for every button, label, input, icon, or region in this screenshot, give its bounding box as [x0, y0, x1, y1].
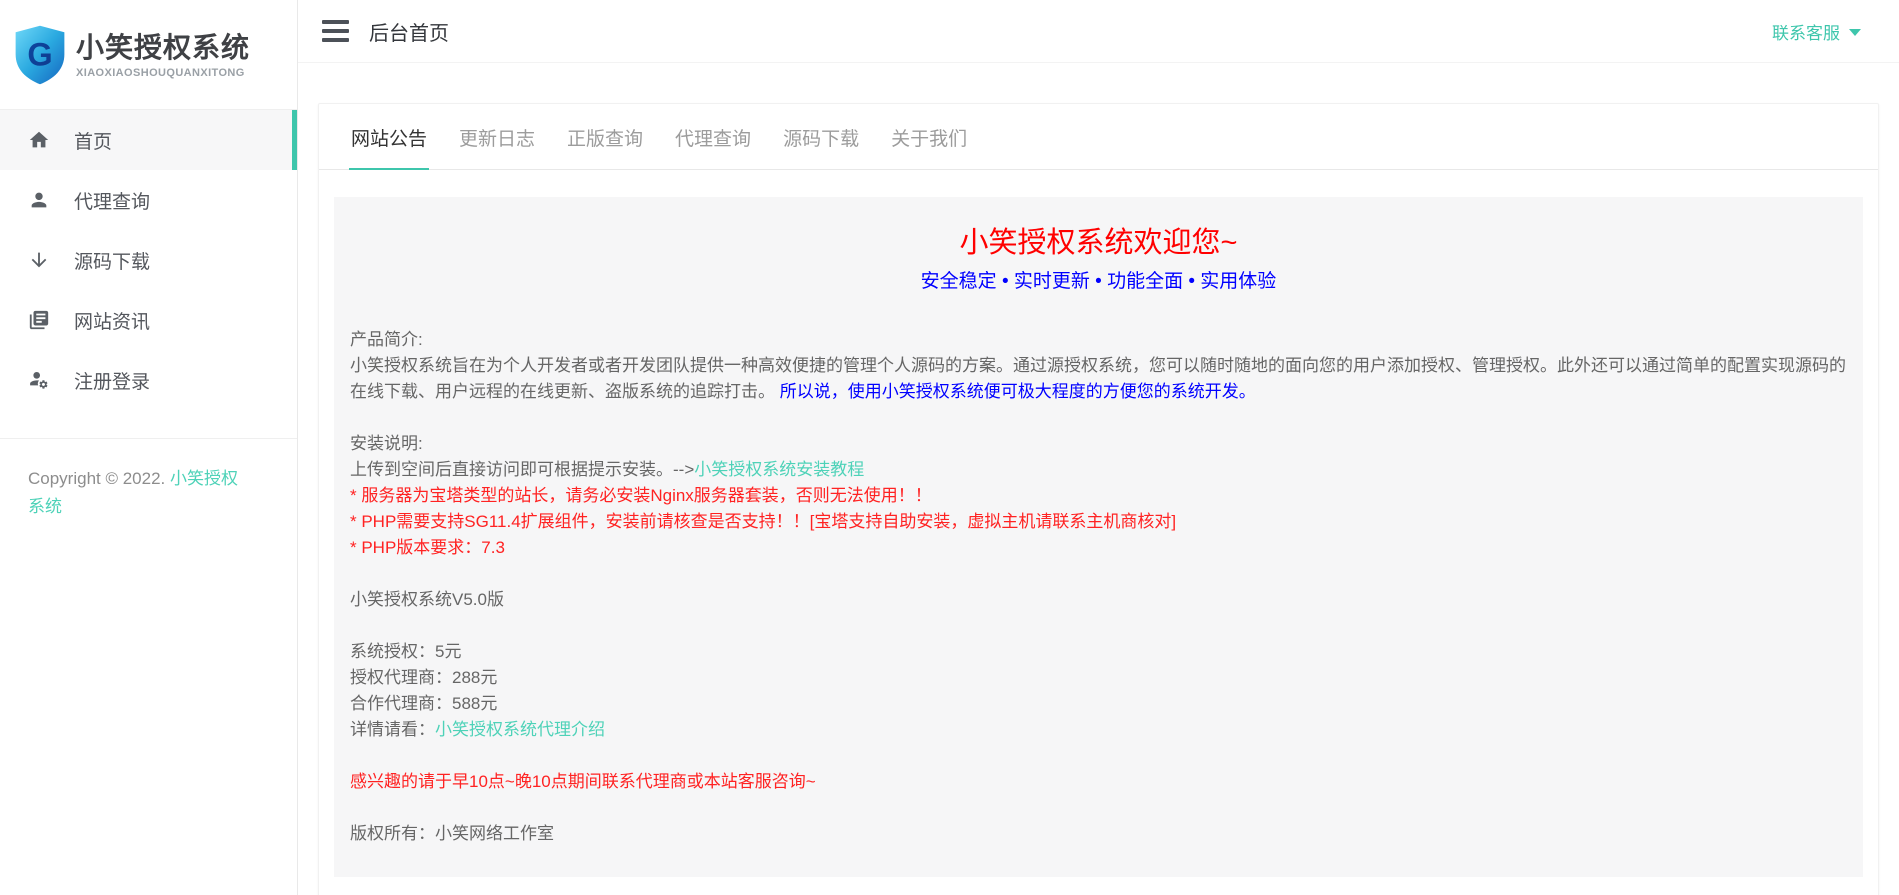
tab-update-log[interactable]: 更新日志 — [457, 104, 537, 170]
tab-agent-query[interactable]: 代理查询 — [673, 104, 753, 170]
announcement-subtitle: 安全稳定 • 实时更新 • 功能全面 • 实用体验 — [350, 269, 1847, 295]
tab-content: 小笑授权系统欢迎您~ 安全稳定 • 实时更新 • 功能全面 • 实用体验 产品简… — [319, 170, 1878, 892]
logo-subtitle: XIAOXIAOSHOUQUANXITONG — [76, 67, 250, 79]
price-line: 系统授权：5元 — [350, 639, 1847, 665]
sidebar-item-home[interactable]: 首页 — [0, 110, 297, 170]
detail-label: 详情请看： — [350, 720, 435, 739]
contact-support-label: 联系客服 — [1772, 19, 1840, 44]
sidebar-copyright: Copyright © 2022. 小笑授权系统 — [0, 439, 297, 521]
announcement-panel: 小笑授权系统欢迎您~ 安全稳定 • 实时更新 • 功能全面 • 实用体验 产品简… — [334, 197, 1863, 877]
app-root: G 小笑授权系统 XIAOXIAOSHOUQUANXITONG 首页 代理查询 … — [0, 0, 1899, 895]
install-tutorial-link[interactable]: 小笑授权系统安装教程 — [694, 460, 864, 479]
sidebar-item-source-download[interactable]: 源码下载 — [0, 230, 297, 290]
warning-line: * PHP版本要求：7.3 — [350, 535, 1847, 561]
tab-bar: 网站公告 更新日志 正版查询 代理查询 源码下载 关于我们 — [319, 104, 1878, 170]
news-icon — [28, 309, 50, 331]
sidebar: G 小笑授权系统 XIAOXIAOSHOUQUANXITONG 首页 代理查询 … — [0, 0, 298, 895]
agent-intro-link[interactable]: 小笑授权系统代理介绍 — [435, 720, 605, 739]
contact-support-dropdown[interactable]: 联系客服 — [1772, 19, 1861, 44]
tab-site-announcement[interactable]: 网站公告 — [349, 104, 429, 170]
topbar: 后台首页 联系客服 — [298, 0, 1899, 63]
logo-text: 小笑授权系统 XIAOXIAOSHOUQUANXITONG — [76, 31, 250, 79]
detail-line: 详情请看：小笑授权系统代理介绍 — [350, 717, 1847, 743]
logo-title: 小笑授权系统 — [76, 31, 250, 65]
announcement-title: 小笑授权系统欢迎您~ — [350, 225, 1847, 261]
spacer — [350, 613, 1847, 639]
sidebar-item-label: 首页 — [74, 127, 112, 154]
caret-down-icon — [1849, 29, 1861, 36]
content-card: 网站公告 更新日志 正版查询 代理查询 源码下载 关于我们 小笑授权系统欢迎您~… — [318, 103, 1879, 895]
spacer — [350, 405, 1847, 431]
intro-highlight: 所以说，使用小笑授权系统便可极大程度的方便您的系统开发。 — [775, 382, 1256, 401]
sidebar-menu: 首页 代理查询 源码下载 网站资讯 注册登录 — [0, 110, 297, 410]
sidebar-item-label: 注册登录 — [74, 367, 150, 394]
copyright-text: Copyright © 2022. — [28, 469, 170, 488]
contact-notice: 感兴趣的请于早10点~晚10点期间联系代理商或本站客服咨询~ — [350, 769, 1847, 795]
sidebar-item-label: 源码下载 — [74, 247, 150, 274]
page-title: 后台首页 — [369, 17, 449, 46]
version-line: 小笑授权系统V5.0版 — [350, 587, 1847, 613]
spacer — [350, 743, 1847, 769]
sidebar-item-label: 代理查询 — [74, 187, 150, 214]
price-line: 授权代理商：288元 — [350, 665, 1847, 691]
spacer — [350, 795, 1847, 821]
install-label: 安装说明: — [350, 431, 1847, 457]
sidebar-item-agent-query[interactable]: 代理查询 — [0, 170, 297, 230]
person-gear-icon — [28, 369, 50, 391]
sidebar-item-register-login[interactable]: 注册登录 — [0, 350, 297, 410]
install-text: 上传到空间后直接访问即可根据提示安装。--> — [350, 460, 694, 479]
home-icon — [28, 129, 50, 151]
warning-line: * 服务器为宝塔类型的站长，请务必安装Nginx服务器套装，否则无法使用！！ — [350, 483, 1847, 509]
sidebar-item-label: 网站资讯 — [74, 307, 150, 334]
svg-text:G: G — [27, 36, 52, 72]
logo-shield-icon: G — [14, 24, 66, 86]
tab-source-download[interactable]: 源码下载 — [781, 104, 861, 170]
price-line: 合作代理商：588元 — [350, 691, 1847, 717]
download-arrow-icon — [28, 249, 50, 271]
main-column: 后台首页 联系客服 网站公告 更新日志 正版查询 代理查询 源码下载 关于我们 — [298, 0, 1899, 895]
intro-paragraph: 小笑授权系统旨在为个人开发者或者开发团队提供一种高效便捷的管理个人源码的方案。通… — [350, 353, 1847, 405]
logo[interactable]: G 小笑授权系统 XIAOXIAOSHOUQUANXITONG — [0, 0, 297, 110]
tab-about-us[interactable]: 关于我们 — [889, 104, 969, 170]
hamburger-menu-icon[interactable] — [320, 16, 351, 46]
intro-label: 产品简介: — [350, 327, 1847, 353]
main-content: 网站公告 更新日志 正版查询 代理查询 源码下载 关于我们 小笑授权系统欢迎您~… — [298, 63, 1899, 895]
sidebar-item-site-news[interactable]: 网站资讯 — [0, 290, 297, 350]
spacer — [350, 561, 1847, 587]
person-icon — [28, 189, 50, 211]
tab-genuine-query[interactable]: 正版查询 — [565, 104, 645, 170]
install-line: 上传到空间后直接访问即可根据提示安装。-->小笑授权系统安装教程 — [350, 457, 1847, 483]
copyright-line: 版权所有：小笑网络工作室 — [350, 821, 1847, 847]
warning-line: * PHP需要支持SG11.4扩展组件，安装前请核查是否支持！！[宝塔支持自助安… — [350, 509, 1847, 535]
